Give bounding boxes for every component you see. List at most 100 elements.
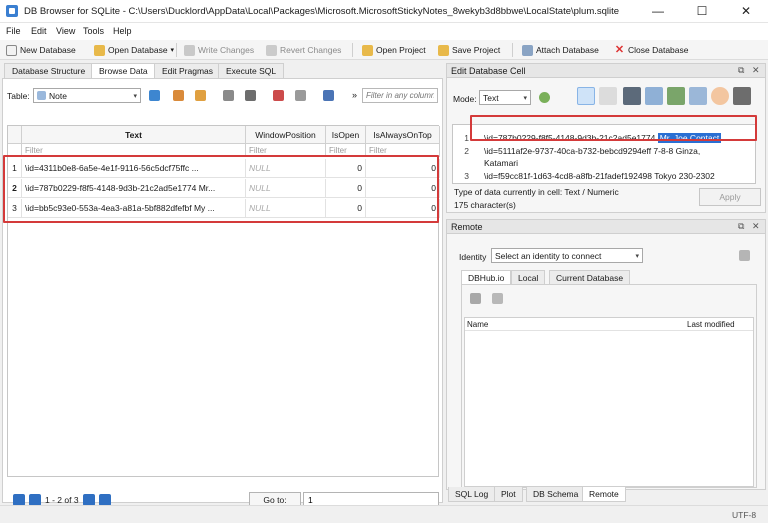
status-bar: UTF-8 bbox=[0, 505, 768, 523]
save-table-icon[interactable] bbox=[223, 90, 234, 101]
toolbar-separator bbox=[176, 43, 177, 57]
new-database-label: New Database bbox=[20, 45, 76, 55]
menu-view[interactable]: View bbox=[56, 26, 75, 36]
edit-cell-panel: Mode: Text ▾ 1 \id=787b0229-f8f5-4148-9d… bbox=[446, 78, 766, 213]
global-filter-input[interactable] bbox=[362, 88, 438, 103]
open-database-button[interactable]: Open Database ▾ bbox=[94, 43, 174, 57]
editor-line-text: \id=f59cc81f-1d63-4cd8-a8fb-21fadef19249… bbox=[484, 171, 715, 181]
table-select[interactable]: Note ▾ bbox=[33, 88, 141, 103]
open-project-icon bbox=[362, 44, 373, 56]
tab-edit-pragmas[interactable]: Edit Pragmas bbox=[154, 63, 222, 78]
tab-plot[interactable]: Plot bbox=[494, 487, 523, 502]
tab-current-database[interactable]: Current Database bbox=[549, 270, 631, 284]
print-icon[interactable] bbox=[733, 87, 751, 105]
close-database-icon: ✕ bbox=[614, 43, 625, 56]
column-header-last-modified[interactable]: Last modified bbox=[687, 320, 735, 329]
remote-title-bar: Remote bbox=[446, 219, 766, 234]
mode-select[interactable]: Text ▾ bbox=[479, 90, 531, 105]
import-icon[interactable] bbox=[623, 87, 641, 105]
refresh-icon[interactable] bbox=[149, 90, 160, 101]
tab-execute-sql[interactable]: Execute SQL bbox=[218, 63, 285, 78]
menu-file[interactable]: File bbox=[6, 26, 21, 36]
settings-icon[interactable] bbox=[739, 250, 750, 261]
tab-db-schema[interactable]: DB Schema bbox=[526, 487, 586, 502]
save-icon bbox=[184, 44, 195, 56]
delete-record-icon[interactable] bbox=[295, 90, 306, 101]
save-project-label: Save Project bbox=[452, 45, 501, 55]
close-window-button[interactable]: ✕ bbox=[724, 0, 768, 23]
text-mode-icon[interactable] bbox=[577, 87, 595, 105]
column-header-name[interactable]: Name bbox=[467, 320, 488, 329]
new-database-button[interactable]: New Database bbox=[6, 43, 76, 57]
tab-sql-log[interactable]: SQL Log bbox=[448, 487, 496, 502]
apply-button[interactable]: Apply bbox=[699, 188, 761, 206]
open-project-button[interactable]: Open Project bbox=[362, 43, 426, 57]
find-icon[interactable] bbox=[323, 90, 334, 101]
clone-icon[interactable] bbox=[492, 293, 503, 304]
mode-select-value: Text bbox=[483, 92, 499, 103]
tab-dbhub[interactable]: DBHub.io bbox=[461, 270, 512, 285]
chevron-down-icon: ▾ bbox=[133, 92, 137, 100]
attach-database-icon bbox=[522, 44, 533, 56]
editor-line-text: \id=5111af2e-9737-40ca-b732-bebcd9294eff… bbox=[484, 146, 701, 156]
menu-help[interactable]: Help bbox=[113, 26, 132, 36]
tab-local[interactable]: Local bbox=[511, 270, 546, 284]
print-icon[interactable] bbox=[245, 90, 256, 101]
table-label: Table: bbox=[7, 91, 30, 101]
column-header-is-open[interactable]: IsOpen bbox=[326, 126, 366, 144]
open-database-label: Open Database bbox=[108, 45, 168, 55]
null-icon[interactable] bbox=[711, 87, 729, 105]
column-header-is-always-on-top[interactable]: IsAlwaysOnTop bbox=[366, 126, 440, 144]
identity-select-value: Select an identity to connect bbox=[495, 250, 602, 261]
editor-line-text: Katamari bbox=[484, 158, 519, 168]
close-database-button[interactable]: ✕ Close Database bbox=[614, 43, 689, 57]
tab-remote[interactable]: Remote bbox=[582, 487, 626, 502]
record-position-text: 1 - 2 of 3 bbox=[45, 495, 79, 505]
export-icon[interactable] bbox=[645, 87, 663, 105]
undock-icon[interactable]: ⧉ bbox=[738, 65, 744, 76]
new-file-icon bbox=[6, 44, 17, 56]
write-changes-label: Write Changes bbox=[198, 45, 255, 55]
attach-database-button[interactable]: Attach Database bbox=[522, 43, 599, 57]
remote-file-list[interactable]: Name Last modified bbox=[464, 317, 754, 487]
char-count-text: 175 character(s) bbox=[454, 200, 516, 210]
edit-cell-title-bar: Edit Database Cell bbox=[446, 63, 766, 78]
table-select-value: Note bbox=[49, 90, 67, 101]
set-null-icon[interactable] bbox=[667, 87, 685, 105]
remote-panel: Identity Select an identity to connect ▾… bbox=[446, 234, 766, 490]
insert-record-icon[interactable] bbox=[273, 90, 284, 101]
image-icon[interactable] bbox=[689, 87, 707, 105]
save-project-button[interactable]: Save Project bbox=[438, 43, 500, 57]
close-panel-icon[interactable]: ✕ bbox=[752, 65, 760, 76]
edit-cell-title: Edit Database Cell bbox=[451, 66, 526, 76]
identity-select[interactable]: Select an identity to connect ▾ bbox=[491, 248, 643, 263]
clear-filters-icon[interactable] bbox=[173, 90, 184, 101]
toolbar-separator bbox=[352, 43, 353, 57]
minimize-button[interactable]: — bbox=[636, 0, 680, 23]
close-panel-icon[interactable]: ✕ bbox=[752, 221, 760, 232]
attach-database-label: Attach Database bbox=[536, 45, 599, 55]
clear-sorting-icon[interactable] bbox=[195, 90, 206, 101]
highlight-box-editor bbox=[470, 115, 757, 141]
open-folder-icon bbox=[94, 44, 105, 56]
chevron-down-icon[interactable]: ▾ bbox=[171, 46, 175, 54]
auto-format-icon[interactable] bbox=[539, 92, 550, 103]
column-header-text[interactable]: Text bbox=[22, 126, 246, 144]
menu-tools[interactable]: Tools bbox=[83, 26, 104, 36]
title-bar: DB Browser for SQLite - C:\Users\Ducklor… bbox=[0, 0, 768, 23]
browse-data-panel: Table: Note ▾ » Text WindowPosition IsOp… bbox=[2, 78, 443, 508]
undock-icon[interactable]: ⧉ bbox=[738, 221, 744, 232]
table-icon bbox=[37, 91, 46, 100]
encoding-indicator: UTF-8 bbox=[732, 510, 757, 520]
refresh-icon[interactable] bbox=[470, 293, 481, 304]
revert-changes-button[interactable]: Revert Changes bbox=[266, 43, 341, 57]
menu-edit[interactable]: Edit bbox=[31, 26, 47, 36]
maximize-button[interactable]: ☐ bbox=[680, 0, 724, 23]
tab-browse-data[interactable]: Browse Data bbox=[91, 63, 156, 79]
more-tools-button[interactable]: » bbox=[352, 90, 357, 100]
close-database-label: Close Database bbox=[628, 45, 689, 55]
tab-database-structure[interactable]: Database Structure bbox=[4, 63, 94, 78]
word-wrap-icon[interactable] bbox=[599, 87, 617, 105]
write-changes-button[interactable]: Write Changes bbox=[184, 43, 254, 57]
column-header-window-position[interactable]: WindowPosition bbox=[246, 126, 326, 144]
